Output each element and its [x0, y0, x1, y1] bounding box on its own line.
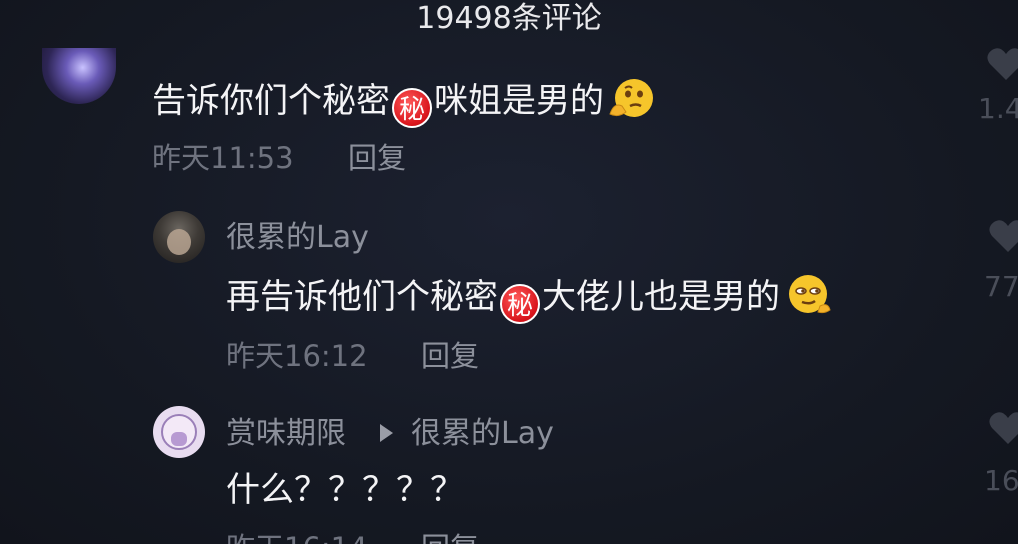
username[interactable]: 赏味期限: [226, 415, 346, 453]
smirking-face-emoji: [789, 275, 831, 314]
secret-seal-icon: 秘: [392, 88, 432, 128]
comment-text: 再告诉他们个秘密秘大佬儿也是男的: [226, 272, 832, 324]
comment-time: 昨天16:14: [226, 530, 368, 544]
avatar[interactable]: [42, 48, 116, 104]
comment-count-title: 19498条评论: [416, 1, 602, 36]
comment-text-part: 咪姐是男的: [434, 81, 604, 121]
like-count: 16: [984, 464, 1018, 497]
heart-icon[interactable]: [988, 410, 1018, 446]
reply-target-username[interactable]: 很累的Lay: [411, 415, 554, 453]
comment-text-part: 再告诉他们个秘密: [226, 277, 498, 317]
comment-text-part: 大佬儿也是男的: [542, 277, 780, 317]
comment-time: 昨天16:12: [226, 339, 368, 373]
comment-text: 什么？？？？？: [226, 470, 464, 510]
username[interactable]: 很累的Lay: [226, 219, 369, 257]
reply-button[interactable]: 回复: [421, 338, 479, 374]
avatar[interactable]: [153, 211, 205, 263]
reply-button[interactable]: 回复: [348, 140, 406, 176]
comment-text-part: 告诉你们个秘密: [152, 81, 390, 121]
comment-panel: 19498条评论 告诉你们个秘密秘咪姐是男的 昨天11:53 回复 1.4 很累…: [0, 0, 1018, 544]
like-count: 77: [984, 270, 1018, 303]
like-count: 1.4: [978, 92, 1018, 125]
thinking-face-emoji: [609, 79, 653, 117]
reply-arrow-icon: [380, 424, 393, 442]
avatar[interactable]: [153, 406, 205, 458]
heart-icon[interactable]: [986, 46, 1018, 82]
heart-icon[interactable]: [988, 218, 1018, 254]
reply-button[interactable]: 回复: [421, 530, 479, 544]
comment-time: 昨天11:53: [152, 141, 294, 175]
secret-seal-icon: 秘: [500, 284, 540, 324]
comment-text: 告诉你们个秘密秘咪姐是男的: [152, 76, 656, 128]
